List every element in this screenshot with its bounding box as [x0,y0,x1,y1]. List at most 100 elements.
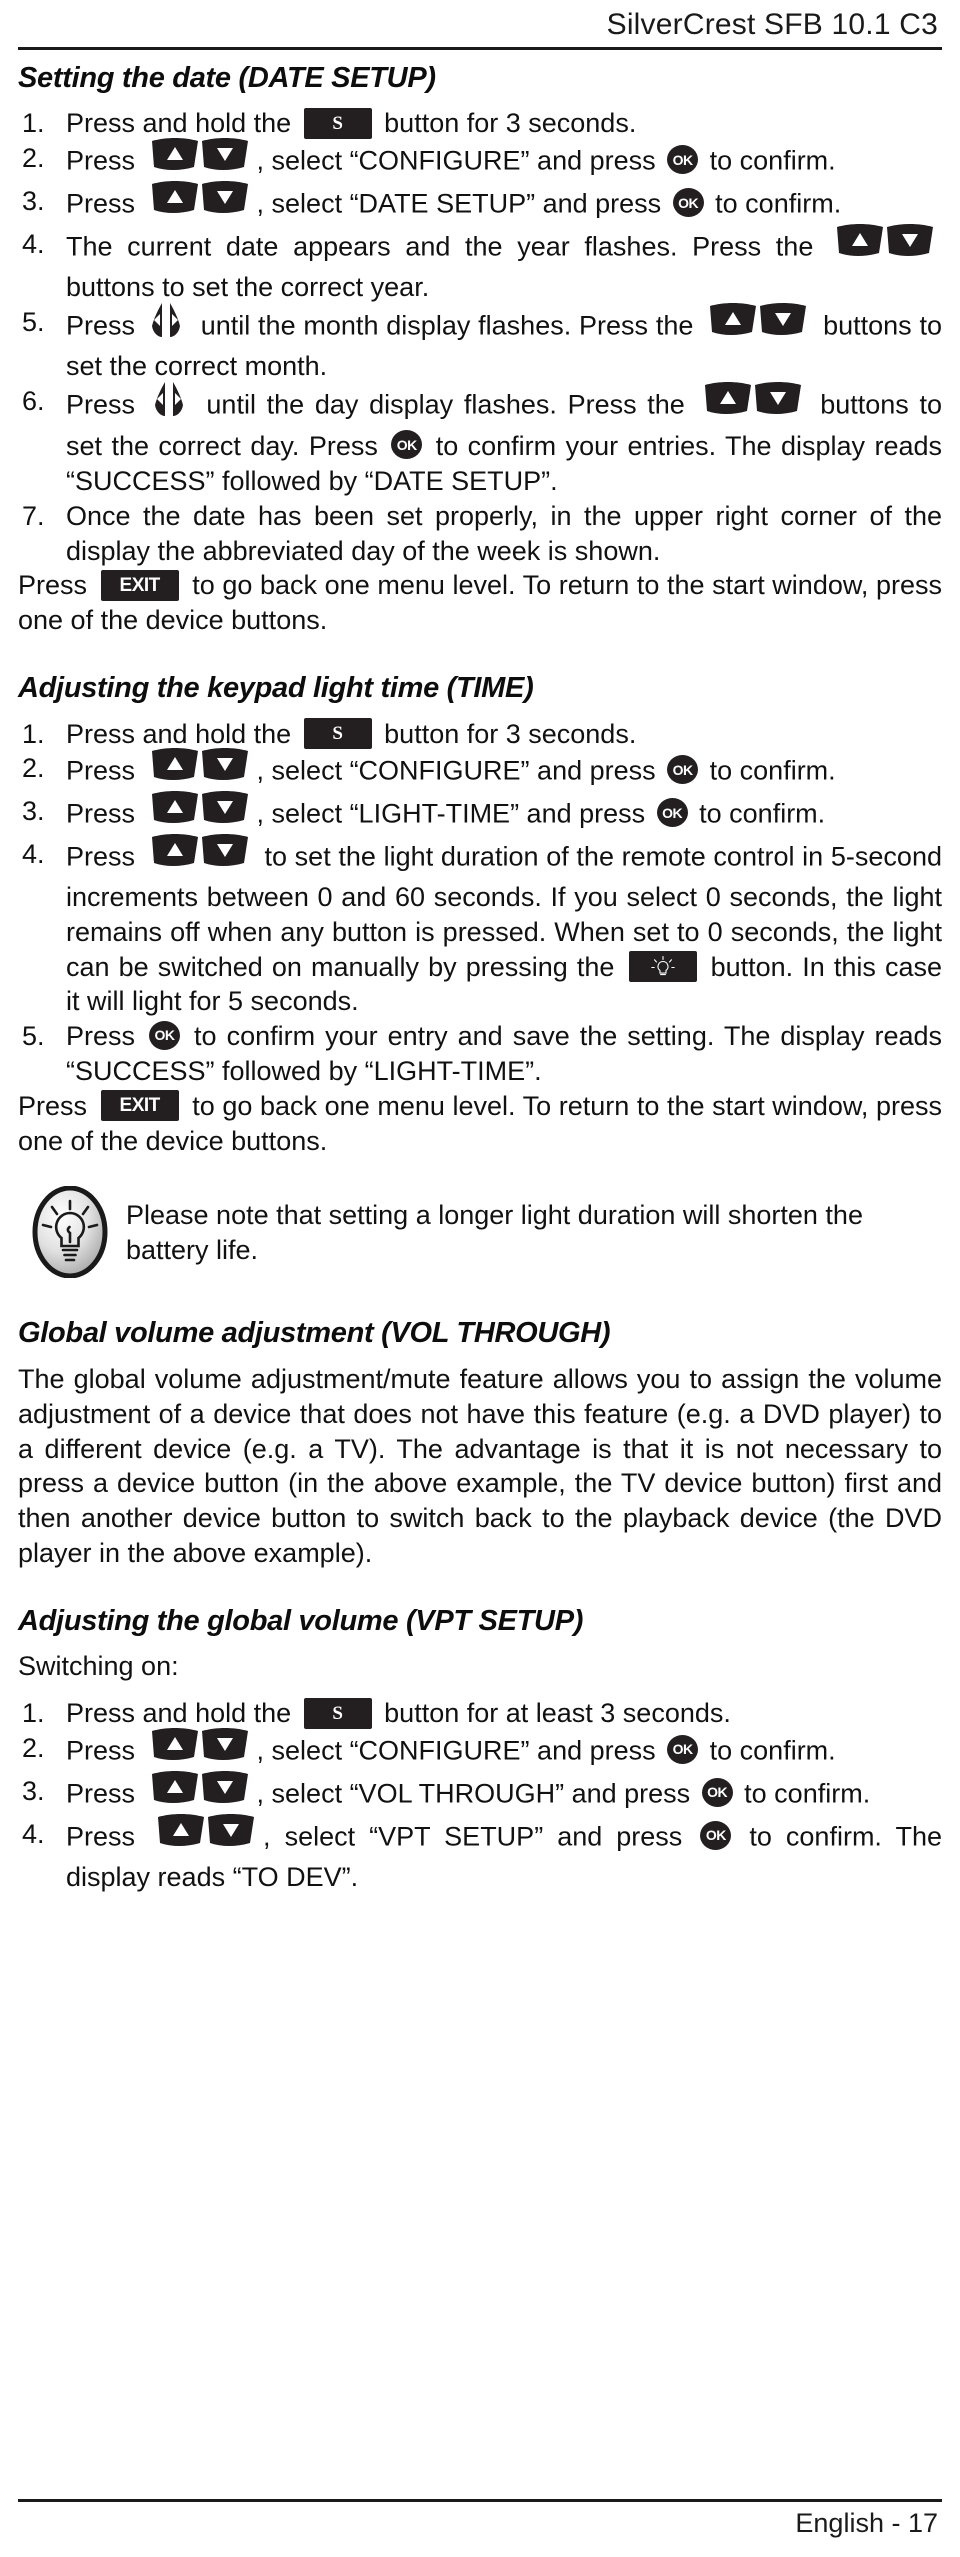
step-item: 7. Once the date has been set properly, i… [18,499,942,569]
step-item: 2. Press , select “CONFIGURE” and press O… [18,1728,942,1774]
step-text: to confirm. [707,188,842,219]
step-text: , select “CONFIGURE” and press [256,1735,664,1766]
up-down-rocker-icon[interactable] [150,1727,250,1770]
step-text: buttons to set the correct year. [66,271,430,302]
step-text: Press [66,1821,150,1852]
ok-button-icon[interactable]: OK [672,188,704,218]
step-text: button for 3 seconds. [376,718,637,749]
up-down-rocker-icon[interactable] [703,381,803,424]
step-item: 2. Press , select “CONFIGURE” and press O… [18,138,942,184]
step-text: Press [66,1735,143,1766]
up-down-rocker-icon[interactable] [835,223,935,266]
exit-button-icon[interactable]: EXIT [100,1090,179,1122]
ok-button-icon[interactable]: OK [149,1020,181,1050]
step-number: 2. [22,143,45,174]
ok-button-icon[interactable]: OK [391,430,423,460]
up-down-rocker-icon[interactable] [156,1813,256,1856]
step-number: 3. [22,1775,45,1806]
ok-button-icon[interactable]: OK [701,1777,733,1807]
s-button-label: S [332,112,343,134]
step-number: 7. [22,500,45,531]
document-content: Setting the date (DATE SETUP) 1. Press and… [18,62,942,1894]
step-text: , select “VOL THROUGH” and press [256,1778,698,1809]
note-lightbulb-icon [18,1184,108,1283]
section-body-vol-through: The global volume adjustment/mute featur… [18,1363,942,1569]
left-right-rocker-icon[interactable] [148,302,188,347]
step-item: 4. Press , select “VPT SETUP” and press O… [18,1813,942,1895]
step-text: to confirm. [736,1778,871,1809]
up-down-rocker-icon[interactable] [150,790,250,833]
up-down-rocker-icon[interactable] [150,180,250,223]
manual-page: SilverCrest SFB 10.1 C3 Setting the date… [0,0,960,2557]
step-item: 2. Press , select “CONFIGURE” and press O… [18,748,942,794]
ok-button-label: OK [672,761,694,778]
step-number: 4. [22,228,45,259]
footer-divider [18,2499,942,2502]
step-text: Press [66,188,143,219]
step-text: Press [66,1021,146,1052]
step-text: Press and hold the [66,108,299,139]
step-text: , select “CONFIGURE” and press [256,145,664,176]
ok-button-label: OK [705,1827,727,1844]
step-item: 1. Press and hold the S button for 3 seco… [18,717,942,752]
step-text: to confirm. [691,798,826,829]
step-text: Press [66,389,146,420]
s-button-icon[interactable]: S [303,1697,372,1729]
ok-button-icon[interactable]: OK [667,755,699,785]
note-text: Please note that setting a longer light … [126,1200,863,1266]
step-text: until the month display flashes. Press t… [192,310,702,341]
step-text: The current date appears and the year fl… [66,231,828,262]
ok-button-label: OK [154,1027,176,1044]
step-number: 4. [22,1818,45,1849]
step-text: , select “LIGHT-TIME” and press [256,798,653,829]
ok-button-label: OK [678,194,699,211]
step-text: to confirm. [702,145,836,176]
step-text: Press [66,755,143,786]
step-number: 1. [22,108,45,139]
step-text: Press [18,570,95,601]
up-down-rocker-icon[interactable] [150,747,250,790]
step-list-date-setup: 1. Press and hold the S button for 3 seco… [18,106,942,568]
ok-button-icon[interactable]: OK [700,1820,732,1850]
up-down-rocker-icon[interactable] [150,833,250,876]
step-text: Press [18,1090,95,1121]
step-text: Press and hold the [66,718,299,749]
step-item: 4. The current date appears and the year … [18,223,942,305]
s-button-label: S [332,1702,343,1724]
page-footer: English - 17 [18,2499,942,2539]
step-number: 4. [22,839,45,870]
step-number: 5. [22,1021,45,1052]
light-button-icon[interactable] [628,950,697,982]
up-down-rocker-icon[interactable] [150,1770,250,1813]
s-button-label: S [332,722,343,744]
note-box: Please note that setting a longer light … [18,1180,942,1283]
step-text: Press [66,1778,143,1809]
step-number: 1. [22,718,45,749]
step-number: 5. [22,306,45,337]
ok-button-icon[interactable]: OK [667,145,699,175]
step-text: to confirm. [702,1735,836,1766]
step-text: button for at least 3 seconds. [376,1698,731,1729]
step-item: 3. Press , select “DATE SETUP” and press … [18,181,942,227]
s-button-icon[interactable]: S [303,717,372,749]
up-down-rocker-icon[interactable] [708,302,808,345]
step-number: 6. [22,386,45,417]
section-title-vol-through: Global volume adjustment (VOL THROUGH) [18,1317,611,1350]
exit-button-icon[interactable]: EXIT [100,569,179,601]
left-right-rocker-icon[interactable] [151,381,191,426]
ok-button-icon[interactable]: OK [667,1734,699,1764]
step-text: , select “VPT SETUP” and press [263,1821,697,1852]
step-text: Press and hold the [66,1698,299,1729]
step-item: 1. Press and hold the S button for at lea… [18,1696,942,1731]
ok-button-label: OK [662,804,683,821]
step-text: Press [66,841,143,872]
exit-button-label: EXIT [119,574,161,596]
up-down-rocker-icon[interactable] [150,137,250,180]
section-lead-vpt-setup: Switching on: [18,1651,179,1682]
ok-button-icon[interactable]: OK [656,798,688,828]
s-button-icon[interactable]: S [303,107,372,139]
step-text: Once the date has been set properly, in … [66,500,942,566]
ok-button-label: OK [672,151,694,168]
step-number: 2. [22,1733,45,1764]
header-title: SilverCrest SFB 10.1 C3 [606,8,938,41]
